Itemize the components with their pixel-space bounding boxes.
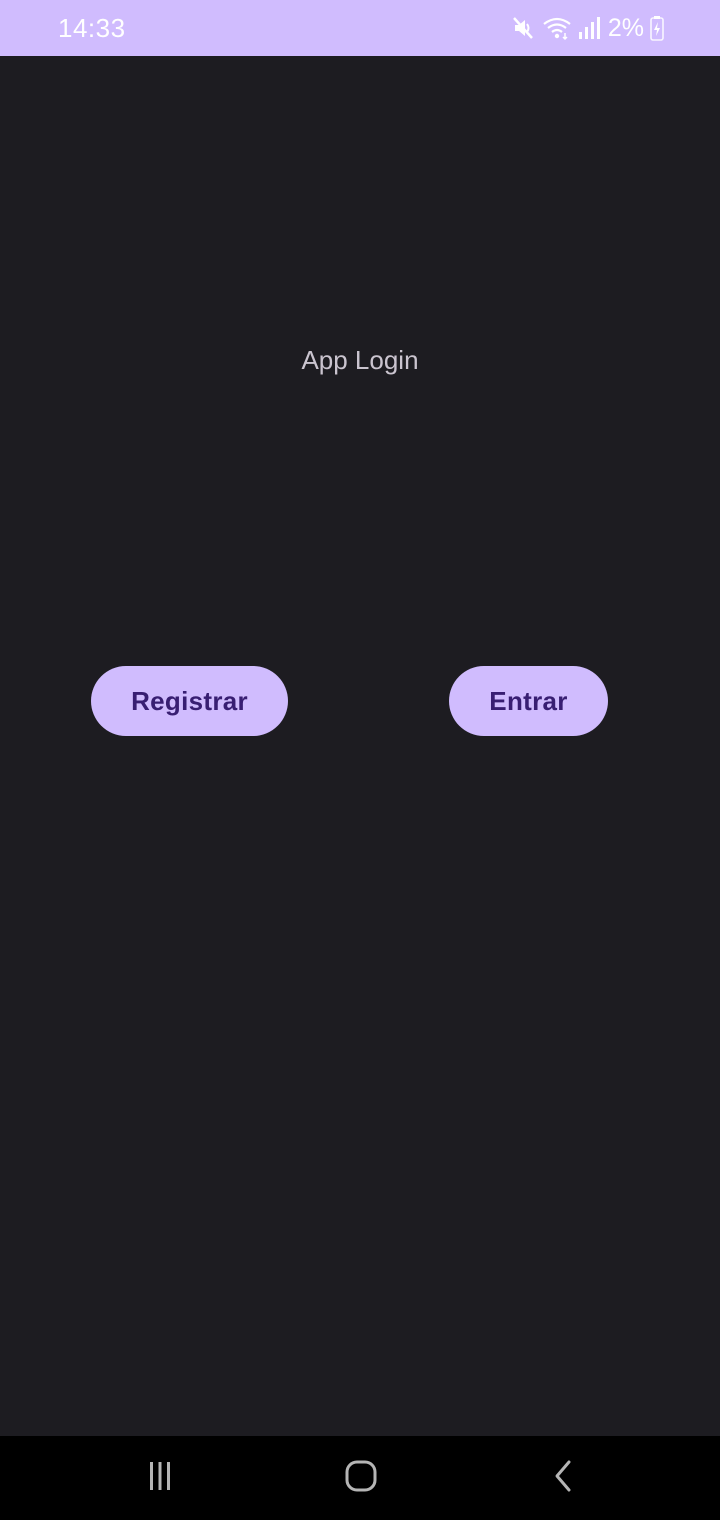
status-bar: 14:33 2% — [0, 0, 720, 56]
back-button[interactable] — [541, 1458, 585, 1498]
status-time: 14:33 — [58, 13, 126, 43]
back-icon — [547, 1458, 579, 1499]
signal-icon — [578, 15, 600, 41]
recents-icon — [144, 1460, 176, 1497]
status-icons: 2% — [510, 14, 664, 42]
home-icon — [343, 1458, 379, 1499]
recents-button[interactable] — [138, 1458, 182, 1498]
register-button[interactable]: Registrar — [91, 666, 288, 736]
home-button[interactable] — [339, 1458, 383, 1498]
app-screen: 14:33 2% App Login Registrar Entrar — [0, 0, 720, 1520]
enter-button[interactable]: Entrar — [449, 666, 608, 736]
wifi-icon — [542, 15, 572, 41]
navigation-bar — [0, 1436, 720, 1520]
battery-charging-icon — [650, 15, 664, 41]
page-title: App Login — [301, 345, 419, 375]
mute-icon — [510, 15, 536, 41]
battery-percent: 2% — [607, 13, 644, 42]
